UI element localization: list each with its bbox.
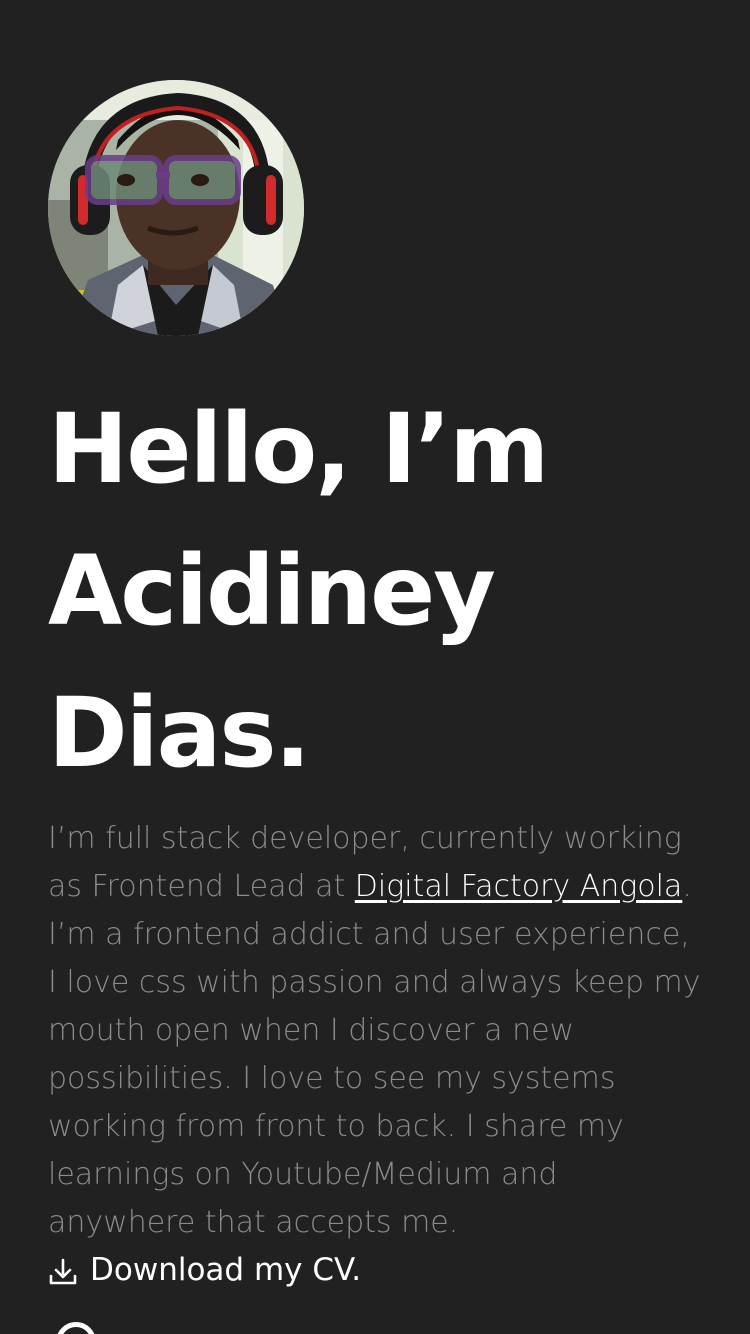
digital-factory-angola-link[interactable]: Digital Factory Angola	[355, 869, 683, 904]
bio-paragraph: I’m full stack developer, currently work…	[48, 815, 708, 1247]
download-icon	[48, 1255, 78, 1285]
download-cv-label: Download my CV.	[90, 1252, 362, 1288]
page-title: Hello, I’m Acidiney Dias.	[48, 378, 708, 804]
page: Hello, I’m Acidiney Dias. I’m full stack…	[0, 0, 750, 1334]
download-cv-button[interactable]: Download my CV.	[48, 1248, 361, 1292]
title-line-2: Acidiney	[48, 535, 496, 647]
avatar-photo	[48, 80, 304, 336]
next-section-icon	[56, 1322, 96, 1334]
title-line-1: Hello, I’m	[48, 393, 549, 505]
bio-text-after-link: . I’m a frontend addict and user experie…	[48, 869, 701, 1240]
title-line-3: Dias.	[48, 677, 311, 789]
avatar	[48, 80, 304, 336]
